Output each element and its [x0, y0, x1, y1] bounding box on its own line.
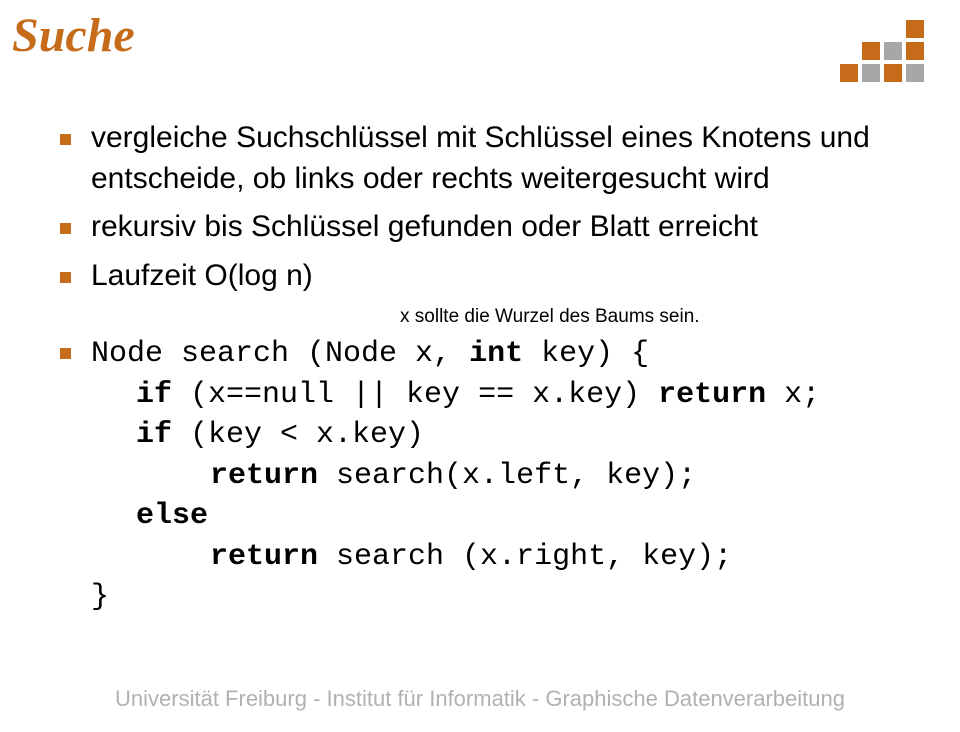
bullet-text: rekursiv bis Schlüssel gefunden oder Bla… [91, 207, 758, 248]
bullet-item: rekursiv bis Schlüssel gefunden oder Bla… [60, 207, 900, 248]
footer-text: Universität Freiburg - Institut für Info… [0, 686, 960, 712]
code-line: Node search (Node x, int key) { [60, 334, 900, 375]
code-text: } [91, 577, 109, 618]
code-text: Node search (Node x, [91, 334, 469, 375]
code-keyword: return [210, 456, 318, 497]
code-line: else [60, 496, 900, 537]
code-keyword: if [136, 375, 172, 416]
slide-title: Suche [12, 8, 135, 63]
bullet-icon [60, 134, 71, 145]
bullet-text: Laufzeit O(log n) [91, 256, 313, 297]
code-keyword: else [136, 496, 208, 537]
bullet-item: vergleiche Suchschlüssel mit Schlüssel e… [60, 118, 900, 199]
annotation-text: x sollte die Wurzel des Baums sein. [400, 306, 900, 328]
code-keyword: if [136, 415, 172, 456]
code-block: Node search (Node x, int key) { if (x==n… [60, 334, 900, 618]
code-text: key) { [523, 334, 649, 375]
code-keyword: return [210, 537, 318, 578]
code-text: (key < x.key) [172, 415, 424, 456]
code-line: if (x==null || key == x.key) return x; [60, 375, 900, 416]
bullet-item: Laufzeit O(log n) [60, 256, 900, 297]
code-text: search (x.right, key); [318, 537, 732, 578]
content-area: vergleiche Suchschlüssel mit Schlüssel e… [60, 118, 900, 618]
code-text: (x==null || key == x.key) [172, 375, 658, 416]
code-line: } [60, 577, 900, 618]
code-line: if (key < x.key) [60, 415, 900, 456]
code-keyword: return [658, 375, 766, 416]
bullet-icon [60, 348, 71, 359]
code-keyword: int [469, 334, 523, 375]
slide: Suche vergleiche Suchschlüssel mit Schlü… [0, 0, 960, 732]
bullet-icon [60, 223, 71, 234]
code-text: x; [766, 375, 820, 416]
bullet-icon [60, 272, 71, 283]
code-line: return search (x.right, key); [60, 537, 900, 578]
bullet-text: vergleiche Suchschlüssel mit Schlüssel e… [91, 118, 900, 199]
code-text: search(x.left, key); [318, 456, 696, 497]
code-line: return search(x.left, key); [60, 456, 900, 497]
logo-icon [838, 18, 926, 84]
